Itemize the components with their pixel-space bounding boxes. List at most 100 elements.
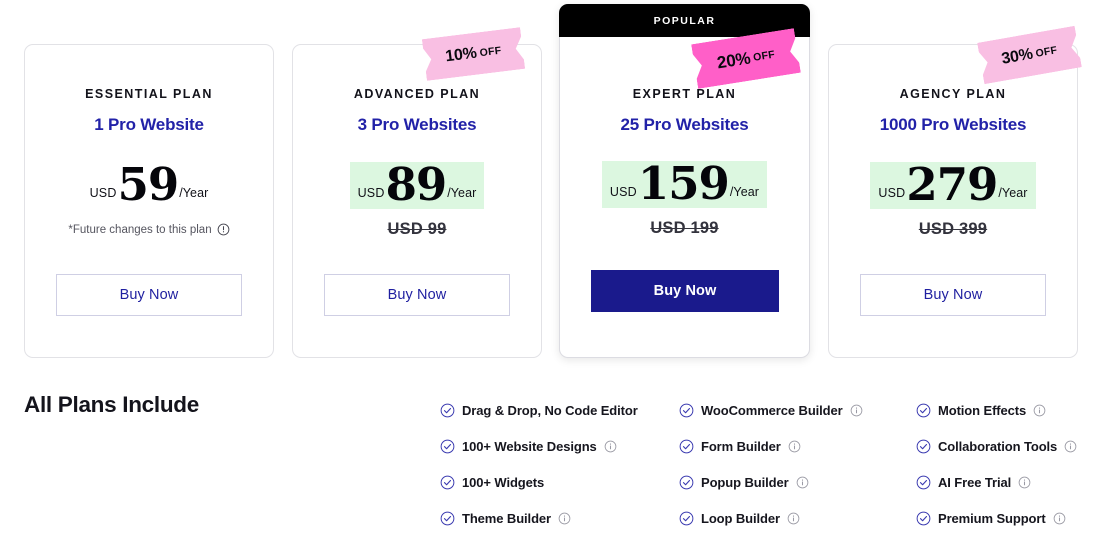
- buy-now-button[interactable]: Buy Now: [324, 274, 510, 316]
- plan-name: AGENCY PLAN: [899, 87, 1007, 101]
- feature-item: Premium Support: [916, 500, 1077, 536]
- feature-item: Form Builder: [679, 428, 863, 464]
- feature-label: Theme Builder: [462, 510, 551, 526]
- price-block: USD 159 /Year: [601, 157, 768, 210]
- info-icon[interactable]: [604, 440, 617, 453]
- price-block: USD 89 /Year: [349, 158, 485, 211]
- plan-card-agency[interactable]: AGENCY PLAN 1000 Pro Websites USD 279 /Y…: [828, 44, 1078, 358]
- feature-label: Drag & Drop, No Code Editor: [462, 402, 638, 418]
- feature-item: Popup Builder: [679, 464, 863, 500]
- price-currency: USD: [89, 185, 117, 200]
- feature-column-3: Motion Effects Collaboration Tools AI Fr…: [916, 392, 1077, 536]
- feature-label: Popup Builder: [701, 474, 789, 490]
- info-icon[interactable]: [850, 404, 863, 417]
- check-circle-icon: [440, 511, 455, 526]
- plan-site-count: 25 Pro Websites: [620, 115, 749, 134]
- discount-percent: 20%: [715, 47, 752, 72]
- check-circle-icon: [679, 439, 694, 454]
- check-circle-icon: [440, 403, 455, 418]
- info-icon[interactable]: [787, 512, 800, 525]
- price-currency: USD: [609, 184, 637, 199]
- feature-label: Loop Builder: [701, 510, 780, 526]
- check-circle-icon: [440, 439, 455, 454]
- price-period: /Year: [729, 184, 760, 199]
- buy-now-button[interactable]: Buy Now: [591, 270, 779, 312]
- plan-card-body: ADVANCED PLAN 3 Pro Websites USD 89 /Yea…: [293, 45, 541, 239]
- discount-percent: 10%: [444, 44, 478, 66]
- old-price: USD 99: [387, 220, 447, 239]
- plan-cards: ESSENTIAL PLAN 1 Pro Website USD 59 /Yea…: [0, 0, 1100, 362]
- feature-item: AI Free Trial: [916, 464, 1077, 500]
- price-row: USD 89 /Year: [293, 158, 541, 211]
- price-row: USD 59 /Year: [25, 162, 273, 209]
- buy-now-button[interactable]: Buy Now: [56, 274, 242, 316]
- check-circle-icon: [679, 403, 694, 418]
- all-plans-include-title: All Plans Include: [24, 392, 199, 417]
- feature-item: Loop Builder: [679, 500, 863, 536]
- buy-now-button[interactable]: Buy Now: [860, 274, 1046, 316]
- info-icon[interactable]: [788, 440, 801, 453]
- feature-label: 100+ Website Designs: [462, 438, 597, 454]
- check-circle-icon: [679, 475, 694, 490]
- info-icon[interactable]: [558, 512, 571, 525]
- alert-circle-icon[interactable]: [217, 223, 230, 236]
- price-amount: 89: [385, 158, 448, 211]
- plan-site-count: 1000 Pro Websites: [879, 115, 1027, 134]
- feature-item: 100+ Website Designs: [440, 428, 638, 464]
- check-circle-icon: [916, 511, 931, 526]
- info-icon[interactable]: [796, 476, 809, 489]
- check-circle-icon: [916, 439, 931, 454]
- feature-item: Motion Effects: [916, 392, 1077, 428]
- price-amount: 59: [117, 158, 180, 211]
- plan-card-body: ESSENTIAL PLAN 1 Pro Website USD 59 /Yea…: [25, 45, 273, 236]
- info-icon[interactable]: [1053, 512, 1066, 525]
- plan-note: *Future changes to this plan: [25, 223, 273, 236]
- price-row: USD 279 /Year: [829, 158, 1077, 211]
- price-period: /Year: [179, 185, 209, 200]
- plan-card-essential[interactable]: ESSENTIAL PLAN 1 Pro Website USD 59 /Yea…: [24, 44, 274, 358]
- feature-item: Theme Builder: [440, 500, 638, 536]
- feature-column-1: Drag & Drop, No Code Editor 100+ Website…: [440, 392, 638, 536]
- old-price: USD 199: [650, 219, 719, 238]
- plan-name: ESSENTIAL PLAN: [85, 87, 213, 101]
- price-period: /Year: [998, 185, 1028, 200]
- old-price: USD 399: [918, 220, 988, 239]
- discount-off-label: OFF: [478, 44, 503, 60]
- price-row: USD 159 /Year: [560, 157, 809, 210]
- check-circle-icon: [916, 403, 931, 418]
- pricing-page: ESSENTIAL PLAN 1 Pro Website USD 59 /Yea…: [0, 0, 1100, 543]
- price-currency: USD: [357, 185, 385, 200]
- feature-item: Collaboration Tools: [916, 428, 1077, 464]
- plan-note-text: *Future changes to this plan: [68, 223, 212, 236]
- discount-percent: 30%: [1000, 45, 1035, 68]
- feature-label: Motion Effects: [938, 402, 1027, 418]
- price-block: USD 59 /Year: [82, 162, 217, 209]
- feature-label: AI Free Trial: [938, 474, 1012, 490]
- price-period: /Year: [447, 185, 477, 200]
- feature-item: 100+ Widgets: [440, 464, 638, 500]
- discount-off-label: OFF: [752, 48, 776, 64]
- feature-label: 100+ Widgets: [462, 474, 545, 490]
- plan-card-advanced[interactable]: ADVANCED PLAN 3 Pro Websites USD 89 /Yea…: [292, 44, 542, 358]
- plan-name: EXPERT PLAN: [632, 87, 737, 101]
- feature-label: Form Builder: [701, 438, 781, 454]
- info-icon[interactable]: [1018, 476, 1031, 489]
- feature-label: Collaboration Tools: [938, 438, 1058, 454]
- price-block: USD 279 /Year: [870, 158, 1036, 211]
- feature-label: WooCommerce Builder: [701, 402, 843, 418]
- feature-label: Premium Support: [938, 510, 1046, 526]
- plan-site-count: 3 Pro Websites: [357, 115, 477, 134]
- feature-column-2: WooCommerce Builder Form Builder Popup B…: [679, 392, 863, 536]
- plan-site-count: 1 Pro Website: [94, 115, 204, 134]
- price-amount: 159: [637, 157, 730, 210]
- feature-item: Drag & Drop, No Code Editor: [440, 392, 638, 428]
- info-icon[interactable]: [1033, 404, 1046, 417]
- check-circle-icon: [916, 475, 931, 490]
- price-amount: 279: [906, 158, 998, 211]
- check-circle-icon: [679, 511, 694, 526]
- discount-off-label: OFF: [1034, 44, 1059, 60]
- info-icon[interactable]: [1064, 440, 1077, 453]
- plan-name: ADVANCED PLAN: [353, 87, 481, 101]
- check-circle-icon: [440, 475, 455, 490]
- feature-item: WooCommerce Builder: [679, 392, 863, 428]
